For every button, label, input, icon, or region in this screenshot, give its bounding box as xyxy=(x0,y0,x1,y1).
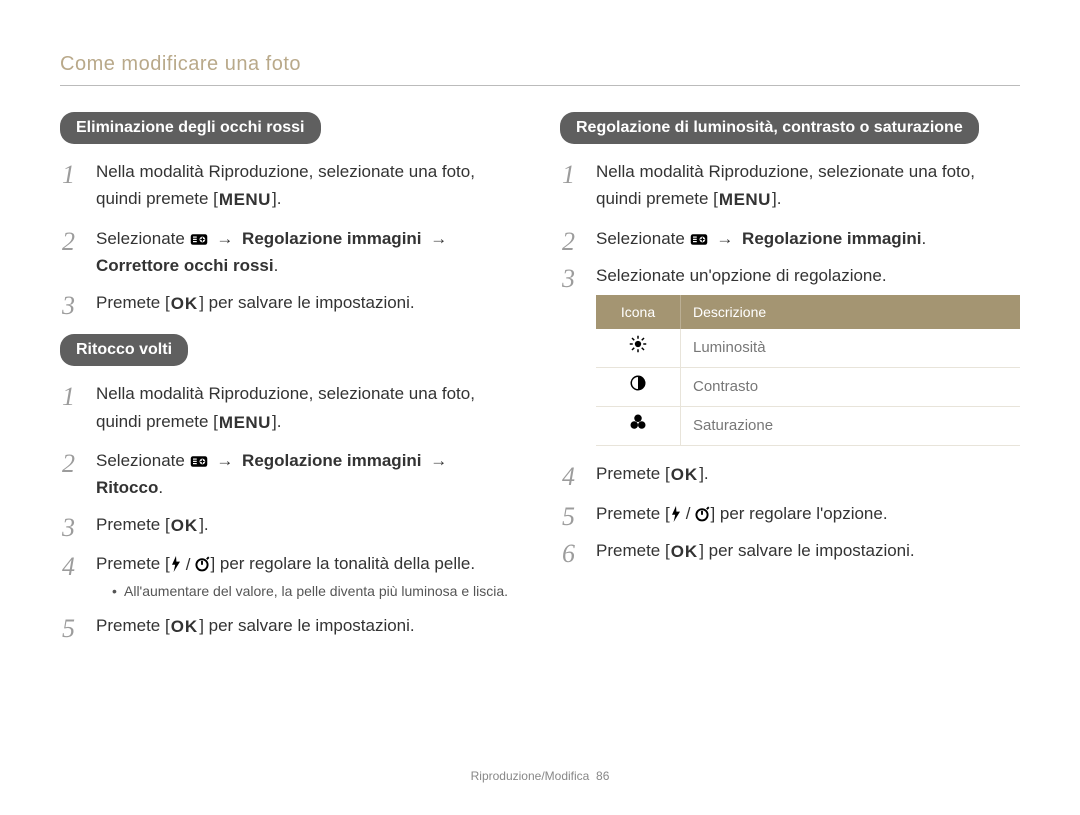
section-heading-adjust: Regolazione di luminosità, contrasto o s… xyxy=(560,112,979,144)
two-column-layout: Eliminazione degli occhi rossi Nella mod… xyxy=(60,106,1020,651)
arrow: → xyxy=(212,229,237,248)
select-prefix: Selezionate xyxy=(96,451,190,470)
table-cell-label: Saturazione xyxy=(681,407,1021,446)
step-text-b: ]. xyxy=(772,189,781,208)
menu-path: Regolazione immagini xyxy=(242,451,421,470)
table-row: Contrasto xyxy=(596,368,1020,407)
ok-key: OK xyxy=(670,537,700,566)
menu-path: Regolazione immagini xyxy=(742,229,921,248)
flash-icon xyxy=(670,506,682,522)
step: Nella modalità Riproduzione, selezionate… xyxy=(560,158,1020,214)
table-row: Saturazione xyxy=(596,407,1020,446)
press-suffix: ] per salvare le impostazioni. xyxy=(199,616,414,635)
press-prefix: Premete [ xyxy=(96,554,170,573)
adjust-steps: Nella modalità Riproduzione, selezionate… xyxy=(560,158,1020,566)
table-cell-label: Contrasto xyxy=(681,368,1021,407)
step-text: Nella modalità Riproduzione, selezionate… xyxy=(596,162,975,208)
page-title: Come modificare una foto xyxy=(60,50,1020,79)
ok-key: OK xyxy=(170,289,200,318)
press-prefix: Premete [ xyxy=(596,504,670,523)
edit-menu-icon xyxy=(690,228,708,244)
table-row: Luminosità xyxy=(596,329,1020,368)
step: Nella modalità Riproduzione, selezionate… xyxy=(60,158,520,214)
redeye-steps: Nella modalità Riproduzione, selezionate… xyxy=(60,158,520,318)
press-prefix: Premete [ xyxy=(596,464,670,483)
table-header-desc: Descrizione xyxy=(681,295,1021,329)
right-column: Regolazione di luminosità, contrasto o s… xyxy=(560,106,1020,651)
press-prefix: Premete [ xyxy=(96,616,170,635)
timer-icon xyxy=(694,506,710,522)
arrow: → xyxy=(426,229,451,248)
step: Premete [OK] per salvare le impostazioni… xyxy=(560,537,1020,566)
table-cell-label: Luminosità xyxy=(681,329,1021,368)
step: Premete [OK]. xyxy=(60,511,520,540)
menu-path-tail: Correttore occhi rossi xyxy=(96,256,274,275)
section-heading-redeye: Eliminazione degli occhi rossi xyxy=(60,112,321,144)
flash-timer-icons: / xyxy=(170,551,211,578)
step-note: All'aumentare del valore, la pelle diven… xyxy=(112,580,520,602)
select-prefix: Selezionate xyxy=(596,229,690,248)
step-text: Nella modalità Riproduzione, selezionate… xyxy=(96,162,475,208)
manual-page: Come modificare una foto Eliminazione de… xyxy=(0,0,1080,815)
step: Nella modalità Riproduzione, selezionate… xyxy=(60,380,520,436)
menu-path: Regolazione immagini xyxy=(242,229,421,248)
left-column: Eliminazione degli occhi rossi Nella mod… xyxy=(60,106,520,651)
section-heading-retouch: Ritocco volti xyxy=(60,334,188,366)
step: Selezionate → Regolazione immagini → Cor… xyxy=(60,225,520,279)
step: Premete [ / ] per regolare la tonalità d… xyxy=(60,550,520,602)
divider xyxy=(60,85,1020,86)
press-suffix: ] per regolare l'opzione. xyxy=(710,504,887,523)
press-suffix: ]. xyxy=(699,464,708,483)
step-text-b: ]. xyxy=(272,189,281,208)
press-prefix: Premete [ xyxy=(596,541,670,560)
ok-key: OK xyxy=(170,511,200,540)
step: Premete [ / ] per regolare l'opzione. xyxy=(560,500,1020,528)
step: Selezionate un'opzione di regolazione. I… xyxy=(560,262,1020,447)
timer-icon xyxy=(194,556,210,572)
edit-menu-icon xyxy=(190,228,208,244)
menu-key: MENU xyxy=(218,408,272,437)
ok-key: OK xyxy=(170,612,200,641)
table-header-icon: Icona xyxy=(596,295,681,329)
press-suffix: ] per salvare le impostazioni. xyxy=(199,293,414,312)
edit-menu-icon xyxy=(190,450,208,466)
step-text: Selezionate un'opzione di regolazione. xyxy=(596,266,887,285)
brightness-icon xyxy=(596,329,681,368)
press-prefix: Premete [ xyxy=(96,293,170,312)
select-prefix: Selezionate xyxy=(96,229,190,248)
arrow: → xyxy=(212,451,237,470)
footer-section: Riproduzione/Modifica xyxy=(471,769,590,783)
step-note-list: All'aumentare del valore, la pelle diven… xyxy=(96,580,520,602)
press-prefix: Premete [ xyxy=(96,515,170,534)
press-suffix: ]. xyxy=(199,515,208,534)
step-text-b: ]. xyxy=(272,412,281,431)
adjust-options-table: Icona Descrizione Luminosità xyxy=(596,295,1020,446)
flash-icon xyxy=(170,556,182,572)
step-text: Nella modalità Riproduzione, selezionate… xyxy=(96,384,475,430)
contrast-icon xyxy=(596,368,681,407)
step: Selezionate → Regolazione immagini → Rit… xyxy=(60,447,520,501)
press-suffix: ] per salvare le impostazioni. xyxy=(699,541,914,560)
step: Selezionate → Regolazione immagini. xyxy=(560,225,1020,252)
press-suffix: ] per regolare la tonalità della pelle. xyxy=(210,554,475,573)
step: Premete [OK] per salvare le impostazioni… xyxy=(60,612,520,641)
retouch-steps: Nella modalità Riproduzione, selezionate… xyxy=(60,380,520,641)
saturation-icon xyxy=(596,407,681,446)
arrow: → xyxy=(712,229,737,248)
step: Premete [OK] per salvare le impostazioni… xyxy=(60,289,520,318)
menu-key: MENU xyxy=(218,185,272,214)
flash-timer-icons: / xyxy=(670,500,711,527)
menu-key: MENU xyxy=(718,185,772,214)
page-footer: Riproduzione/Modifica 86 xyxy=(0,768,1080,785)
ok-key: OK xyxy=(670,460,700,489)
menu-path-tail: Ritocco xyxy=(96,478,158,497)
footer-page-number: 86 xyxy=(596,769,609,783)
arrow: → xyxy=(426,451,451,470)
step: Premete [OK]. xyxy=(560,460,1020,489)
